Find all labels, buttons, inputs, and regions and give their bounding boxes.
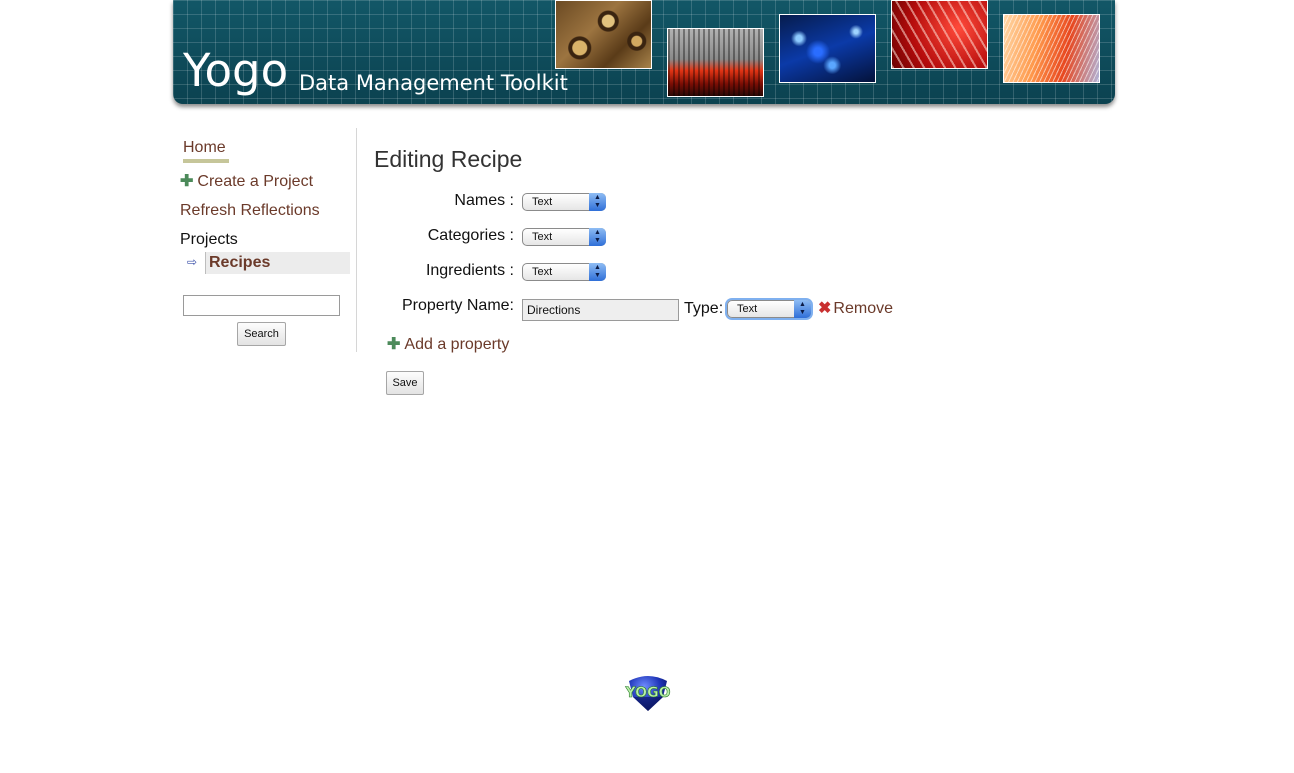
create-project-label: Create a Project xyxy=(197,173,314,190)
search-button[interactable]: Search xyxy=(237,322,286,346)
yogo-footer-logo: YOGO xyxy=(624,676,671,711)
remove-label: Remove xyxy=(833,300,893,317)
brand-logo-text[interactable]: Yogo xyxy=(183,44,288,98)
ingredients-label: Ingredients : xyxy=(425,262,514,279)
categories-type-value: Text xyxy=(532,231,553,243)
sidebar-project-row: ⇨ Recipes xyxy=(185,252,350,274)
updown-arrows-icon: ▲ ▼ xyxy=(589,228,606,246)
property-type-select[interactable]: Text ▲ ▼ xyxy=(727,300,811,318)
save-button[interactable]: Save xyxy=(386,371,424,395)
sidebar-item-recipes[interactable]: Recipes xyxy=(205,252,350,274)
plus-icon: ✚ xyxy=(180,173,194,190)
add-property-link[interactable]: ✚ Add a property xyxy=(387,335,509,355)
names-type-select[interactable]: Text ▲ ▼ xyxy=(522,193,606,211)
updown-arrows-icon: ▲ ▼ xyxy=(589,193,606,211)
ingredients-type-select[interactable]: Text ▲ ▼ xyxy=(522,263,606,281)
names-type-value: Text xyxy=(532,196,553,208)
plus-icon: ✚ xyxy=(387,336,401,353)
create-project-link[interactable]: ✚ Create a Project xyxy=(180,172,313,192)
brand-tagline: Data Management Toolkit xyxy=(299,71,568,95)
categories-type-select[interactable]: Text ▲ ▼ xyxy=(522,228,606,246)
property-type-value: Text xyxy=(737,303,758,315)
red-fibers-image xyxy=(891,0,988,69)
page-title: Editing Recipe xyxy=(374,146,523,172)
nav-home-link[interactable]: Home xyxy=(183,138,229,163)
property-name-input[interactable] xyxy=(522,299,679,321)
search-input[interactable] xyxy=(183,295,340,316)
type-label: Type: xyxy=(684,300,724,317)
close-x-icon: ✖ xyxy=(818,300,832,317)
updown-arrows-icon: ▲ ▼ xyxy=(794,300,811,318)
fiber-optics-image xyxy=(1003,14,1100,83)
property-name-label: Property Name: xyxy=(401,297,514,314)
updown-arrows-icon: ▲ ▼ xyxy=(589,263,606,281)
waveform-image xyxy=(667,28,764,97)
names-label: Names : xyxy=(454,192,514,209)
categories-label: Categories : xyxy=(427,227,514,244)
remove-property-link[interactable]: ✖ Remove xyxy=(818,299,893,319)
ingredients-type-value: Text xyxy=(532,266,553,278)
yogo-logo-text: YOGO xyxy=(625,685,671,701)
projects-heading: Projects xyxy=(180,231,238,248)
butterfly-wing-image xyxy=(555,0,652,69)
arrow-right-icon: ⇨ xyxy=(187,255,198,269)
refresh-reflections-link[interactable]: Refresh Reflections xyxy=(180,201,320,221)
add-property-label: Add a property xyxy=(404,336,510,353)
circuit-lights-image xyxy=(779,14,876,83)
